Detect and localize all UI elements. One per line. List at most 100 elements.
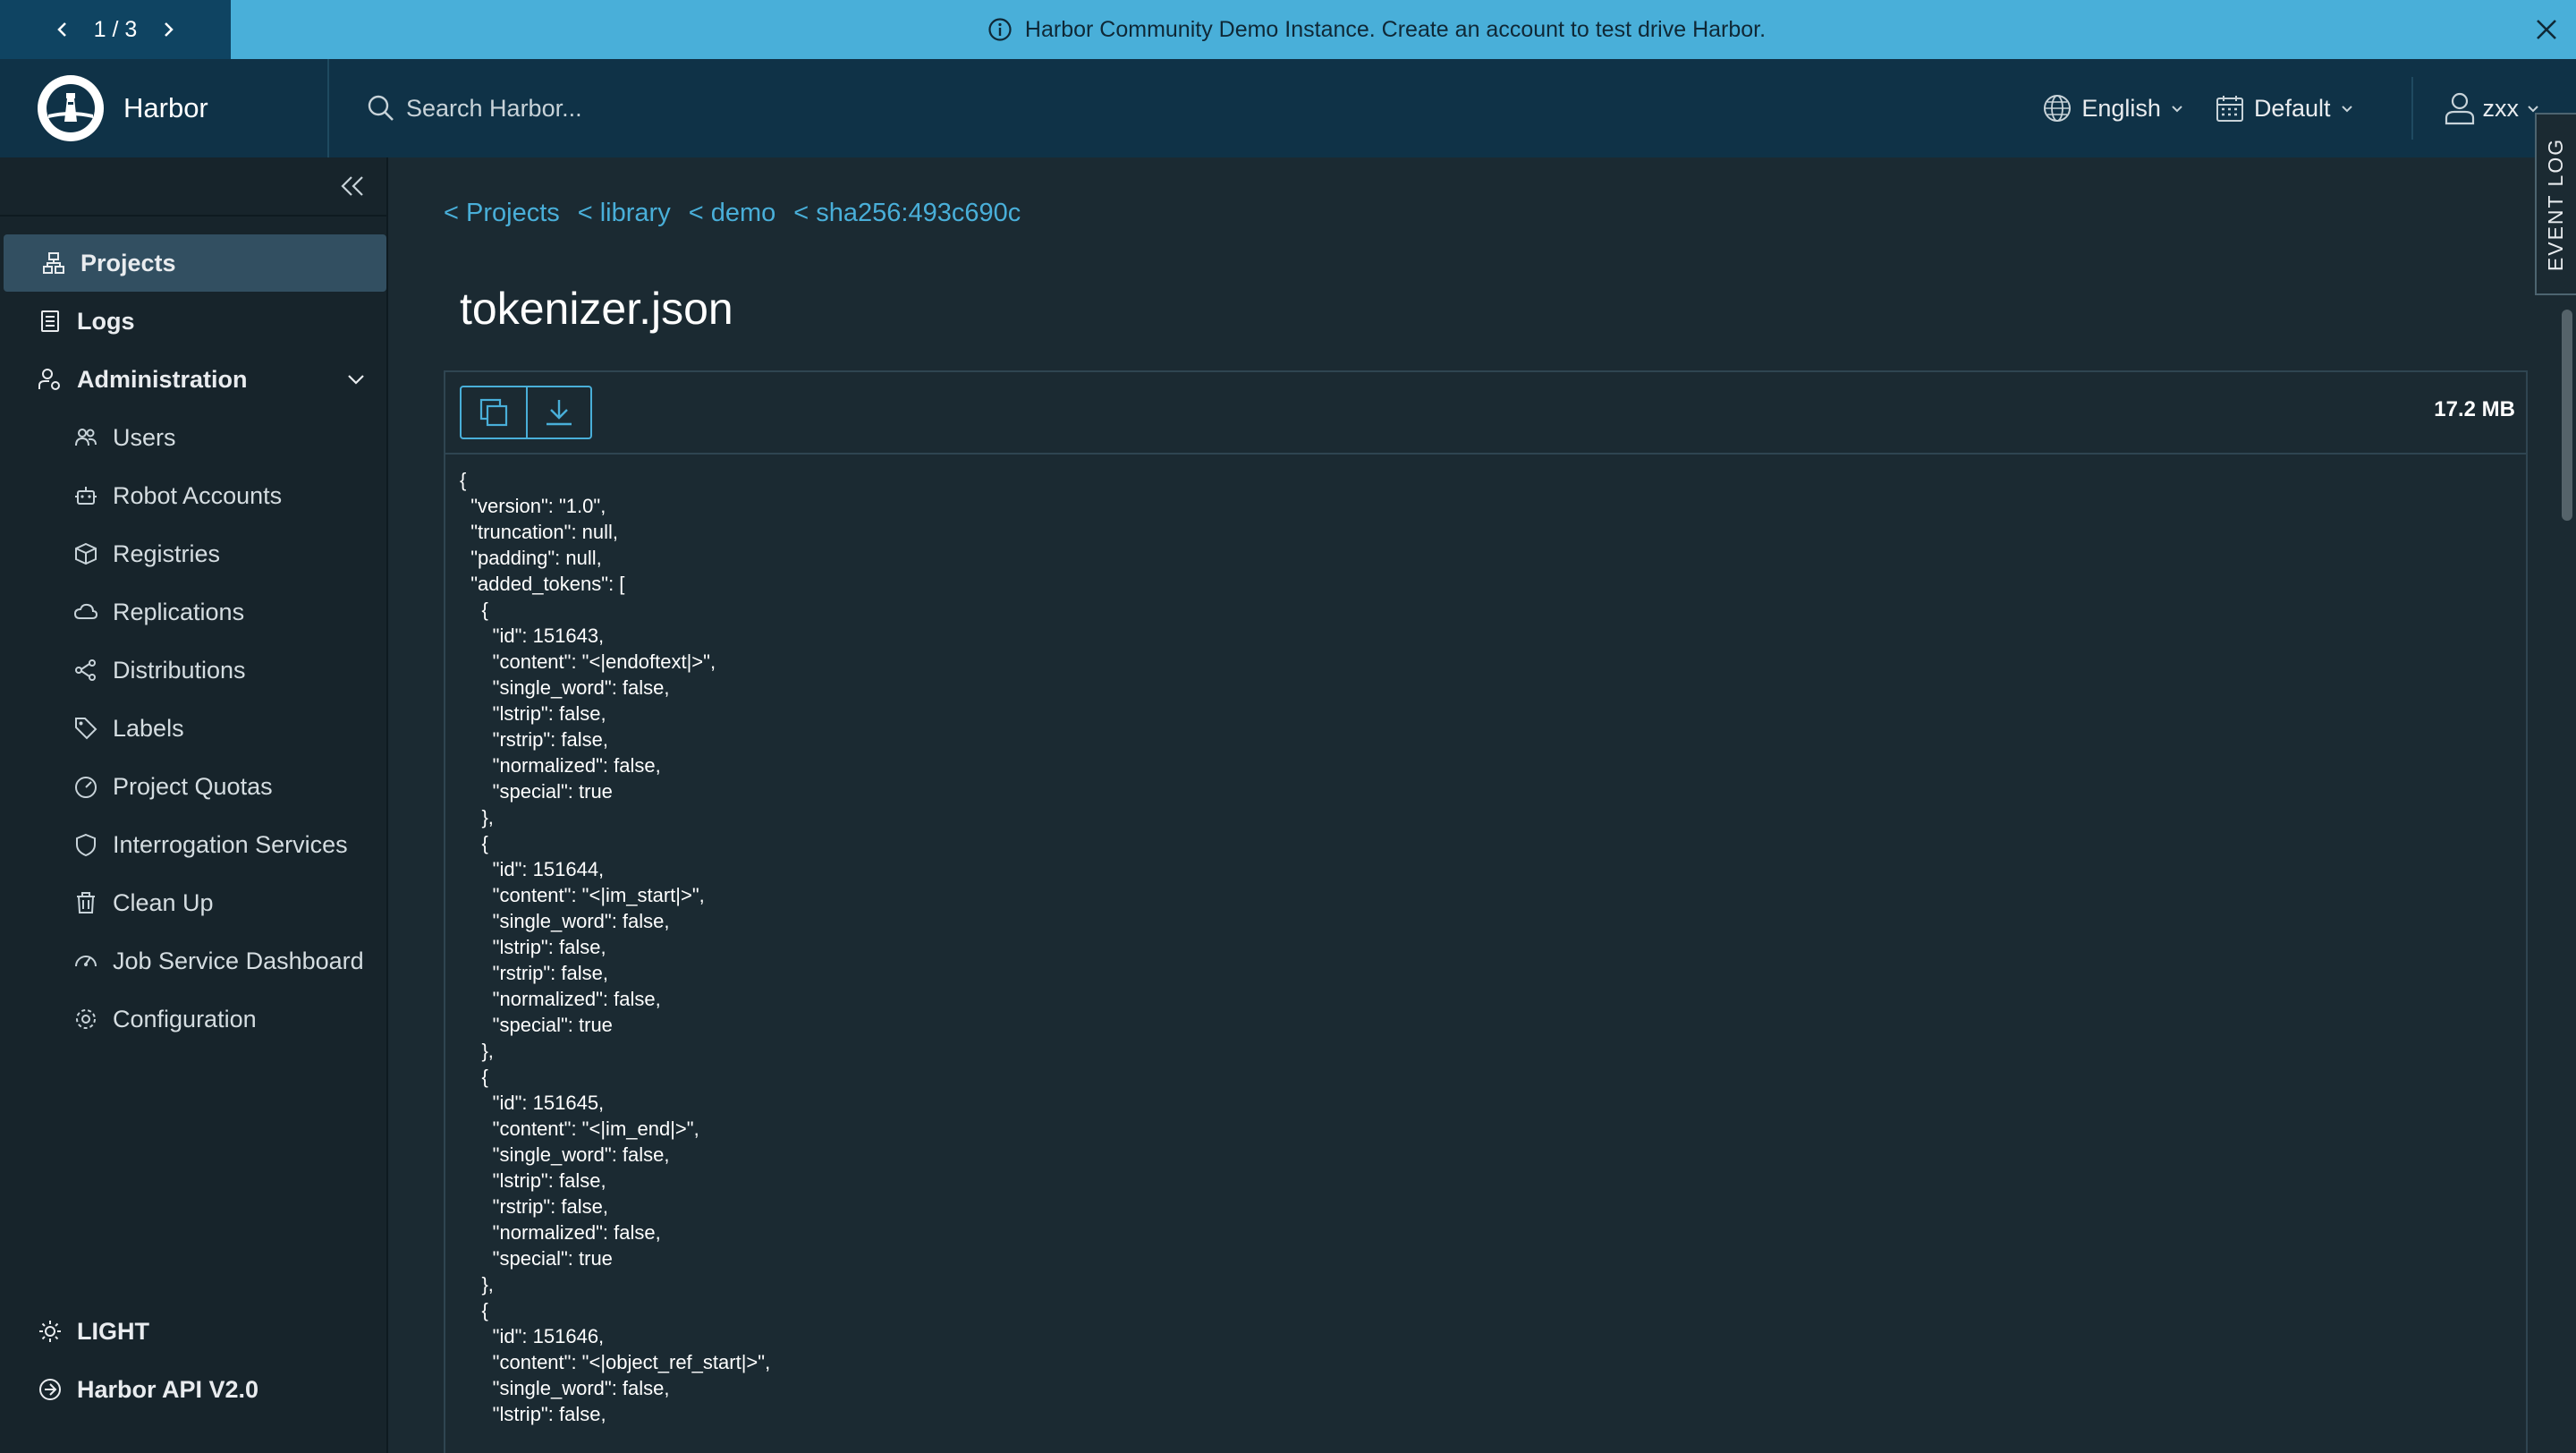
trash-icon	[77, 892, 95, 913]
sidebar-item-distributions[interactable]: Distributions	[0, 642, 386, 699]
logs-icon	[41, 310, 59, 332]
sidebar-item-label: Robot Accounts	[113, 481, 283, 509]
code-line: },	[460, 1273, 494, 1296]
sidebar-item-projects[interactable]: Projects	[4, 234, 386, 292]
info-icon	[988, 18, 1012, 41]
breadcrumb: < Projects < library < demo < sha256:493…	[444, 199, 1021, 228]
search-input[interactable]: Search Harbor...	[406, 95, 582, 123]
chevron-left-icon[interactable]	[55, 21, 71, 38]
main-content: < Projects < library < demo < sha256:493…	[390, 157, 2531, 1453]
file-size: 17.2 MB	[2434, 397, 2515, 421]
gauge-icon	[75, 777, 97, 798]
chevron-down-icon	[2172, 106, 2182, 113]
sidebar-item-replications[interactable]: Replications	[0, 583, 386, 641]
box-icon	[75, 542, 97, 565]
code-line: "id": 151644,	[460, 858, 605, 880]
sidebar-item-logs[interactable]: Logs	[0, 293, 386, 350]
breadcrumb-demo[interactable]: < demo	[689, 199, 776, 228]
file-content: { "version": "1.0", "truncation": null, …	[445, 455, 2526, 1427]
demo-banner: 1 / 3 Harbor Community Demo Instance. Cr…	[0, 0, 2576, 59]
code-line: {	[460, 469, 467, 491]
download-icon	[547, 400, 572, 426]
code-line: },	[460, 1040, 494, 1062]
theme-toggle-label: LIGHT	[77, 1317, 149, 1345]
sidebar-item-job-service-dashboard[interactable]: Job Service Dashboard	[0, 932, 386, 990]
event-log-tab[interactable]: EVENT LOG	[2535, 113, 2576, 295]
scrollbar[interactable]	[2562, 310, 2572, 521]
global-search[interactable]: Search Harbor...	[329, 94, 2042, 123]
copy-icon	[479, 398, 508, 427]
sidebar-item-label: Replications	[113, 598, 245, 625]
chevron-down-icon	[2341, 106, 2352, 113]
sun-icon	[39, 1321, 61, 1342]
sidebar-item-label: Projects	[80, 249, 176, 276]
sidebar-item-administration[interactable]: Administration	[0, 351, 386, 408]
page-title: tokenizer.json	[460, 284, 733, 334]
robot-icon	[75, 487, 97, 505]
sidebar-item-label: Labels	[113, 714, 184, 742]
download-button[interactable]	[526, 387, 590, 438]
sidebar-item-robot-accounts[interactable]: Robot Accounts	[0, 467, 386, 524]
sidebar-item-registries[interactable]: Registries	[0, 525, 386, 582]
theme-dropdown[interactable]: Default	[2215, 93, 2354, 123]
tag-icon	[75, 718, 97, 740]
theme-toggle[interactable]: LIGHT	[0, 1303, 386, 1360]
code-line: {	[460, 832, 488, 854]
banner-pager: 1 / 3	[0, 0, 231, 59]
code-line: "lstrip": false,	[460, 1169, 606, 1192]
shield-icon	[76, 833, 96, 857]
code-line: "content": "<|endoftext|>",	[460, 650, 716, 673]
breadcrumb-digest[interactable]: < sha256:493c690c	[793, 199, 1021, 228]
sidebar-item-interrogation-services[interactable]: Interrogation Services	[0, 816, 386, 873]
code-line: "normalized": false,	[460, 988, 661, 1010]
sidebar-item-users[interactable]: Users	[0, 409, 386, 466]
gear-icon	[76, 1009, 96, 1029]
sidebar-item-label: Interrogation Services	[113, 830, 348, 858]
sidebar-item-label: Project Quotas	[113, 772, 273, 800]
code-line: "rstrip": false,	[460, 1195, 608, 1218]
sidebar-item-label: Distributions	[113, 656, 246, 684]
collapse-sidebar-icon[interactable]	[336, 170, 369, 202]
sidebar-item-clean-up[interactable]: Clean Up	[0, 874, 386, 931]
api-icon	[39, 1379, 61, 1400]
code-line: "truncation": null,	[460, 521, 619, 543]
breadcrumb-library[interactable]: < library	[578, 199, 671, 228]
sidebar-item-project-quotas[interactable]: Project Quotas	[0, 758, 386, 815]
sidebar-item-label: Administration	[77, 365, 248, 393]
code-line: "content": "<|im_start|>",	[460, 884, 705, 906]
chevron-right-icon[interactable]	[160, 21, 176, 38]
share-icon	[75, 659, 96, 681]
banner-text: Harbor Community Demo Instance. Create a…	[1024, 16, 1767, 42]
sidebar-item-configuration[interactable]: Configuration	[0, 990, 386, 1048]
code-line: "special": true	[460, 780, 613, 803]
code-line: {	[460, 1299, 488, 1321]
code-line: "content": "<|im_end|>",	[460, 1117, 699, 1140]
file-viewer: 17.2 MB { "version": "1.0", "truncation"…	[444, 370, 2528, 1453]
code-line: "id": 151646,	[460, 1325, 605, 1347]
sidebar-item-labels[interactable]: Labels	[0, 700, 386, 757]
code-line: "rstrip": false,	[460, 962, 608, 984]
chevron-down-icon	[348, 375, 364, 385]
copy-button[interactable]	[462, 387, 526, 438]
code-line: "rstrip": false,	[460, 728, 608, 751]
breadcrumb-projects[interactable]: < Projects	[444, 199, 560, 228]
projects-icon	[43, 252, 64, 274]
code-line: },	[460, 806, 494, 828]
code-line: "special": true	[460, 1014, 613, 1036]
code-line: "lstrip": false,	[460, 702, 606, 725]
top-header: Harbor Search Harbor... English Default …	[0, 59, 2576, 157]
close-icon[interactable]	[2531, 14, 2562, 45]
search-icon	[368, 95, 394, 121]
brand-name: Harbor	[123, 92, 208, 123]
code-line: "content": "<|object_ref_start|>",	[460, 1351, 771, 1373]
harbor-api-link[interactable]: Harbor API V2.0	[0, 1361, 386, 1418]
sidebar-item-label: Clean Up	[113, 888, 214, 916]
brand-link[interactable]: Harbor	[0, 59, 329, 157]
sidebar-divider	[0, 215, 388, 217]
banner-pager-count: 1 / 3	[93, 16, 138, 42]
user-icon	[2445, 92, 2474, 125]
theme-label: Default	[2253, 94, 2331, 122]
language-dropdown[interactable]: English	[2042, 93, 2184, 123]
user-menu[interactable]: zxx	[2444, 91, 2541, 125]
header-divider	[2411, 77, 2413, 140]
